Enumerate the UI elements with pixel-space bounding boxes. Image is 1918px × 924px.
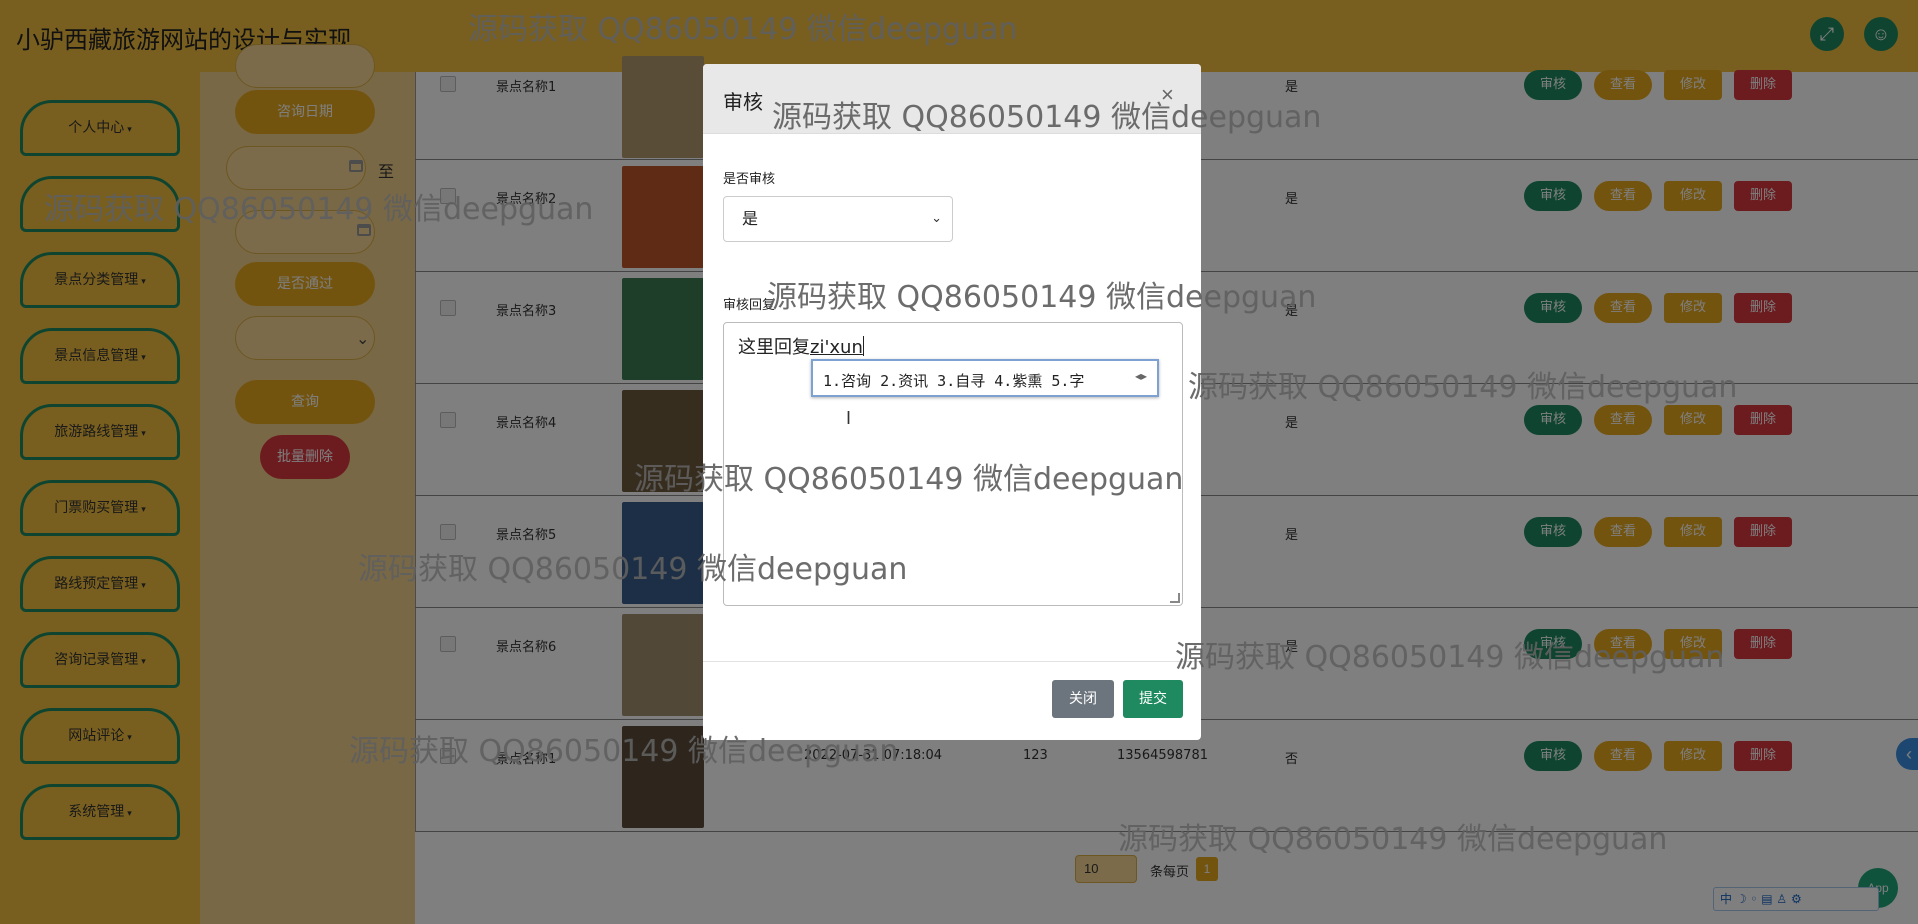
audit-status-label: 是否审核: [723, 172, 776, 187]
watermark: 源码获取 QQ86050149 微信deepguan: [1175, 640, 1725, 675]
audit-modal: 审核 × 是否审核 是 ⌄ 审核回复 这里回复zi'xun 关闭 提交: [703, 64, 1201, 740]
reply-committed-text: 这里回复: [738, 337, 810, 358]
modal-footer-divider: [703, 661, 1201, 662]
text-cursor-icon: I: [846, 408, 852, 428]
text-caret: [862, 336, 864, 356]
reply-pinyin-composition: zi'xun: [810, 337, 863, 358]
watermark: 源码获取 QQ86050149 微信deepguan: [1188, 370, 1738, 405]
chevron-down-icon: ⌄: [931, 211, 942, 226]
reply-text: 这里回复zi'xun: [738, 333, 864, 359]
page-arrows-icon[interactable]: ◂▸: [1135, 369, 1147, 383]
audit-status-select[interactable]: 是 ⌄: [723, 196, 953, 242]
watermark: 源码获取 QQ86050149 微信deepguan: [634, 462, 1184, 497]
watermark: 源码获取 QQ86050149 微信deepguan: [772, 100, 1322, 135]
watermark: 源码获取 QQ86050149 微信deepguan: [1118, 822, 1668, 857]
watermark: 源码获取 QQ86050149 微信deepguan: [44, 192, 594, 227]
modal-title: 审核: [723, 90, 763, 114]
audit-status-value: 是: [742, 209, 759, 228]
close-button[interactable]: 关闭: [1052, 680, 1114, 718]
watermark: 源码获取 QQ86050149 微信deepguan: [468, 12, 1018, 47]
ime-candidates[interactable]: 1.咨询 2.资讯 3.自寻 4.紫熏 5.字: [823, 370, 1084, 391]
resize-grip-icon[interactable]: [1170, 593, 1180, 603]
watermark: 源码获取 QQ86050149 微信deepguan: [349, 734, 899, 769]
submit-button[interactable]: 提交: [1123, 680, 1183, 718]
ime-candidate-popup[interactable]: 1.咨询 2.资讯 3.自寻 4.紫熏 5.字 ◂▸: [811, 359, 1159, 397]
watermark: 源码获取 QQ86050149 微信deepguan: [767, 280, 1317, 315]
watermark: 源码获取 QQ86050149 微信deepguan: [358, 552, 908, 587]
